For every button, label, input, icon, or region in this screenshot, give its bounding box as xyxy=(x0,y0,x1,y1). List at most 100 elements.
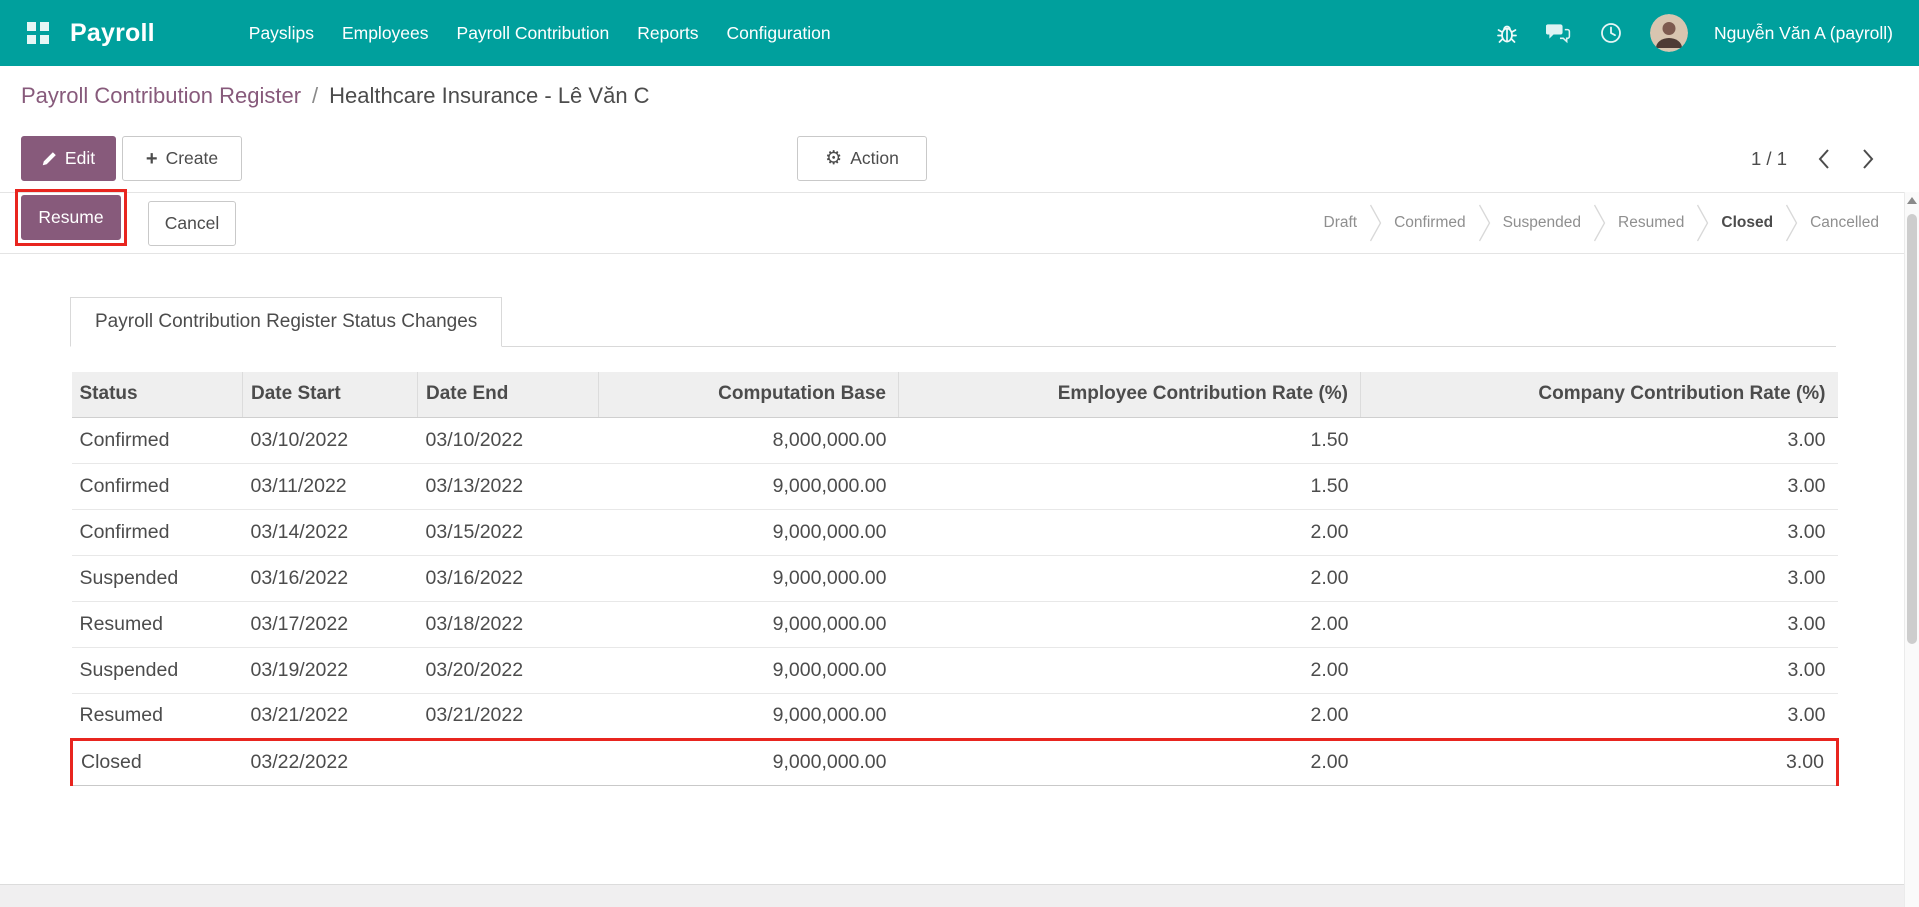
action-button-label: Action xyxy=(850,148,899,168)
breadcrumb-parent-link[interactable]: Payroll Contribution Register xyxy=(21,83,301,109)
scroll-up-arrow-icon[interactable] xyxy=(1907,197,1917,204)
table-cell: 2.00 xyxy=(898,646,1361,693)
menu-employees[interactable]: Employees xyxy=(328,23,443,44)
table-cell: Resumed xyxy=(71,600,243,647)
activity-clock-icon[interactable] xyxy=(1598,20,1624,46)
statusbar-state-draft[interactable]: Draft xyxy=(1312,214,1370,232)
statusbar-state-confirmed[interactable]: Confirmed xyxy=(1382,214,1478,232)
statusbar-state-closed[interactable]: Closed xyxy=(1709,214,1785,232)
bug-icon[interactable] xyxy=(1494,20,1520,46)
table-cell: 3.00 xyxy=(1360,508,1838,555)
control-panel: Edit + Create ⚙ Action 1 / 1 xyxy=(0,126,1919,192)
statusbar-arrow-icon xyxy=(1370,204,1382,242)
table-cell: Resumed xyxy=(71,692,243,739)
table-cell: 9,000,000.00 xyxy=(598,462,899,509)
table-cell: 03/16/2022 xyxy=(417,554,599,601)
resume-button[interactable]: Resume xyxy=(21,195,121,240)
menu-payslips[interactable]: Payslips xyxy=(235,23,328,44)
cancel-button[interactable]: Cancel xyxy=(148,201,236,246)
statusbar-state-resumed[interactable]: Resumed xyxy=(1606,214,1696,232)
table-cell: 3.00 xyxy=(1360,692,1838,739)
statusbar-arrow-icon xyxy=(1697,204,1709,242)
statusbar-arrow-icon xyxy=(1785,204,1798,242)
table-cell: 3.00 xyxy=(1360,417,1838,463)
table-cell xyxy=(417,737,599,786)
breadcrumb-current: Healthcare Insurance - Lê Văn C xyxy=(329,83,650,108)
table-row[interactable]: Confirmed 03/11/2022 03/13/2022 9,000,000.0… xyxy=(71,462,1838,509)
create-button[interactable]: + Create xyxy=(122,136,242,181)
breadcrumb: Payroll Contribution Register / Healthca… xyxy=(0,66,1919,126)
column-header-date-start[interactable]: Date Start xyxy=(242,372,418,418)
column-header-date-end[interactable]: Date End xyxy=(417,372,599,418)
table-row[interactable]: Resumed 03/21/2022 03/21/2022 9,000,000.00 2… xyxy=(71,692,1838,739)
table-cell: 03/11/2022 xyxy=(242,462,418,509)
messages-icon[interactable] xyxy=(1546,20,1572,46)
table-cell: 03/21/2022 xyxy=(242,692,418,739)
pager-next-button[interactable] xyxy=(1860,146,1877,172)
table-row[interactable]: Suspended 03/19/2022 03/20/2022 9,000,000.0… xyxy=(71,646,1838,693)
gear-icon: ⚙ xyxy=(825,147,843,169)
cancel-button-label: Cancel xyxy=(164,213,220,233)
annotation-box-resume: Resume xyxy=(15,189,127,246)
table-row[interactable]: Confirmed 03/14/2022 03/15/2022 9,000,000.0… xyxy=(71,508,1838,555)
apps-menu-icon[interactable] xyxy=(18,13,58,53)
statusbar-state-suspended[interactable]: Suspended xyxy=(1491,214,1593,232)
table-cell: 3.00 xyxy=(1360,462,1838,509)
user-menu[interactable]: Nguyễn Văn A (payroll) xyxy=(1714,23,1893,44)
table-cell: 03/16/2022 xyxy=(242,554,418,601)
create-button-label: Create xyxy=(165,148,219,168)
table-cell: Confirmed xyxy=(71,462,243,509)
table-cell: 03/17/2022 xyxy=(242,600,418,647)
table-cell: 2.00 xyxy=(898,600,1361,647)
table-cell: 2.00 xyxy=(898,737,1361,786)
notebook-tabs: Payroll Contribution Register Status Cha… xyxy=(70,297,1836,347)
table-cell: 1.50 xyxy=(898,417,1361,463)
chevron-left-icon xyxy=(1818,148,1829,169)
user-avatar[interactable] xyxy=(1650,14,1688,52)
table-cell: 03/21/2022 xyxy=(417,692,599,739)
tab-status-changes[interactable]: Payroll Contribution Register Status Cha… xyxy=(70,297,503,347)
column-header-company-rate[interactable]: Company Contribution Rate (%) xyxy=(1360,372,1838,418)
status-changes-table-body: Confirmed 03/10/2022 03/10/2022 8,000,000.0… xyxy=(70,417,1839,786)
table-cell: 9,000,000.00 xyxy=(598,692,899,739)
column-header-employee-rate[interactable]: Employee Contribution Rate (%) xyxy=(898,372,1361,418)
pager-value: 1 / 1 xyxy=(1751,147,1787,169)
statusbar-state-cancelled[interactable]: Cancelled xyxy=(1798,214,1891,232)
table-cell: 03/10/2022 xyxy=(242,417,418,463)
table-cell: 9,000,000.00 xyxy=(598,508,899,555)
table-header-row: Status Date Start Date End Computation B… xyxy=(71,372,1838,418)
table-row-highlighted[interactable]: Closed 03/22/2022 9,000,000.00 2.00 3.00 xyxy=(70,737,1839,786)
vertical-scrollbar[interactable] xyxy=(1904,192,1919,907)
column-header-status[interactable]: Status xyxy=(71,372,243,418)
chevron-right-icon xyxy=(1863,148,1874,169)
table-cell: 2.00 xyxy=(898,508,1361,555)
table-cell: 8,000,000.00 xyxy=(598,417,899,463)
table-cell: Closed xyxy=(70,737,243,786)
scrollbar-thumb[interactable] xyxy=(1907,214,1917,644)
action-button[interactable]: ⚙ Action xyxy=(797,136,927,181)
table-row[interactable]: Resumed 03/17/2022 03/18/2022 9,000,000.00 2… xyxy=(71,600,1838,647)
menu-payroll-contribution[interactable]: Payroll Contribution xyxy=(443,23,624,44)
statusbar-arrow-icon xyxy=(1593,204,1606,242)
pager-previous-button[interactable] xyxy=(1815,146,1832,172)
app-brand[interactable]: Payroll xyxy=(70,19,155,48)
table-cell: 9,000,000.00 xyxy=(598,737,899,786)
statusbar-states: Draft Confirmed Suspended Resumed Closed Canc… xyxy=(1312,193,1892,253)
edit-button[interactable]: Edit xyxy=(21,136,116,181)
table-row[interactable]: Suspended 03/16/2022 03/16/2022 9,000,000.0… xyxy=(71,554,1838,601)
table-cell: 03/19/2022 xyxy=(242,646,418,693)
table-cell: 03/14/2022 xyxy=(242,508,418,555)
navbar-right: Nguyễn Văn A (payroll) xyxy=(1494,14,1893,52)
apps-grid-icon xyxy=(27,22,49,44)
statusbar-row: Resume Cancel Draft Confirmed Suspended Res… xyxy=(0,189,1919,254)
status-changes-table: Status Date Start Date End Computation B… xyxy=(70,372,1839,786)
table-cell: 9,000,000.00 xyxy=(598,646,899,693)
pager: 1 / 1 xyxy=(1751,136,1877,181)
table-cell: 03/10/2022 xyxy=(417,417,599,463)
table-cell: 03/18/2022 xyxy=(417,600,599,647)
menu-reports[interactable]: Reports xyxy=(623,23,712,44)
menu-configuration[interactable]: Configuration xyxy=(713,23,845,44)
table-row[interactable]: Confirmed 03/10/2022 03/10/2022 8,000,000.0… xyxy=(71,417,1838,463)
table-cell: 03/20/2022 xyxy=(417,646,599,693)
column-header-computation-base[interactable]: Computation Base xyxy=(598,372,899,418)
